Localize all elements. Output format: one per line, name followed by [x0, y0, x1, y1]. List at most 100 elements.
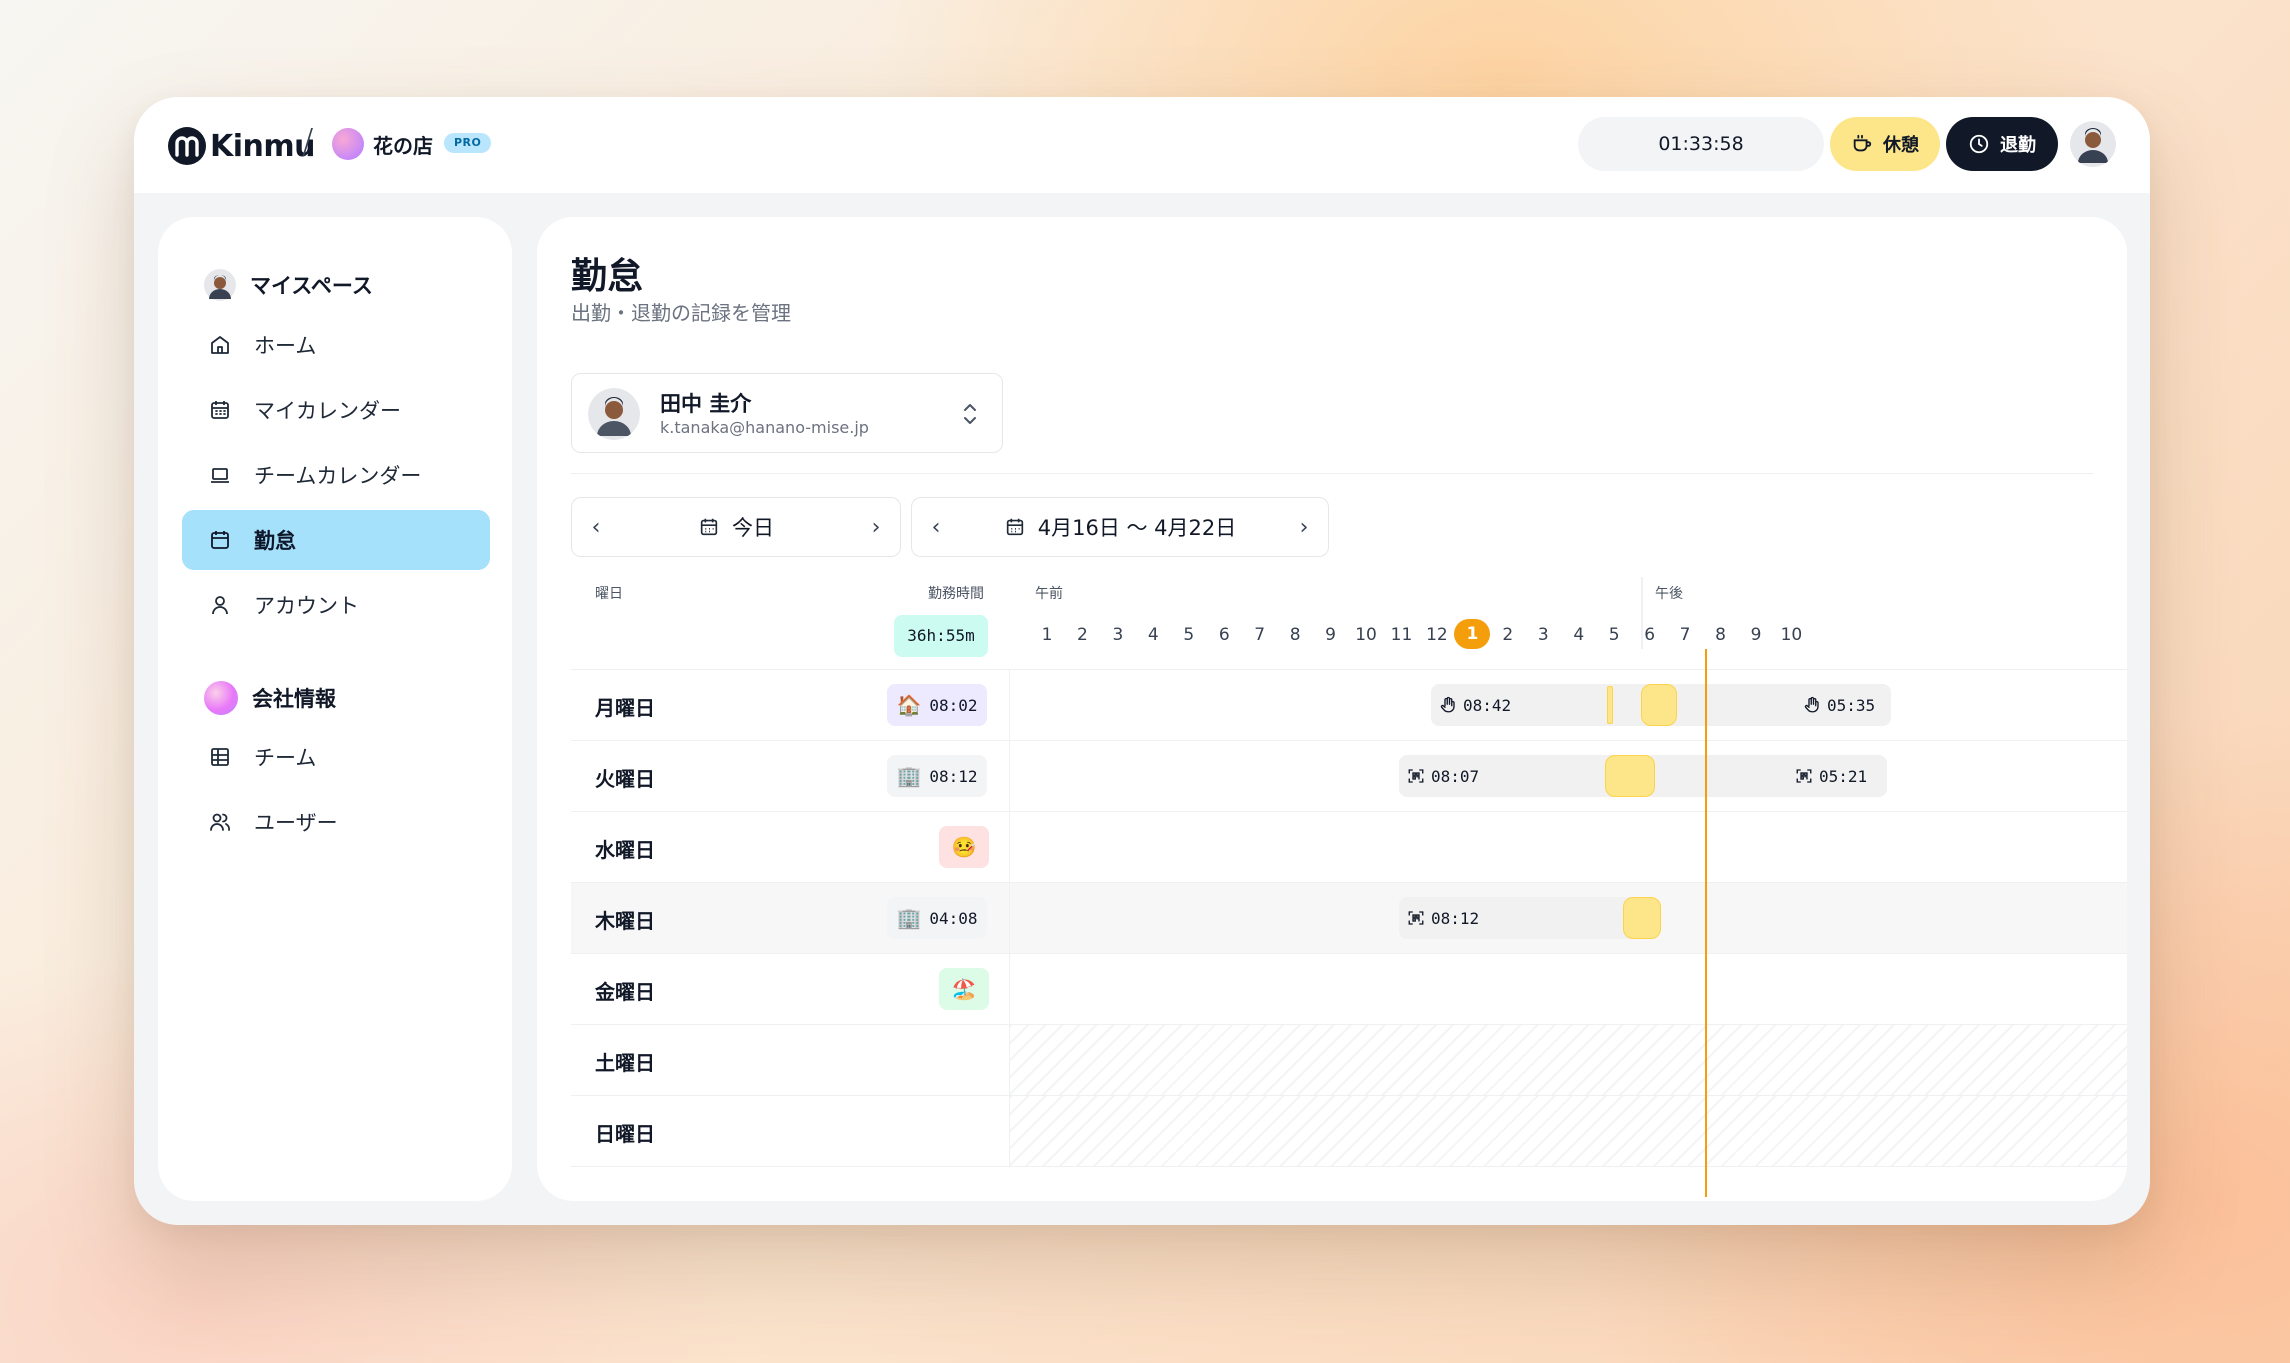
table-row[interactable]: 水曜日 🤒: [571, 811, 2127, 882]
clock-in-time: 08:12: [1431, 908, 1480, 928]
work-duration-badge: 🤒: [939, 826, 989, 868]
clock-out-button[interactable]: 退勤: [1946, 117, 2058, 171]
clock-in-time: 08:42: [1463, 695, 1512, 715]
hour-tick-label: 8: [1289, 625, 1301, 645]
calendar-icon: [700, 518, 718, 536]
top-bar: Kinmu / 花の店 PRO 01:33:58 休憩 退勤: [134, 97, 2150, 193]
break-block[interactable]: [1605, 755, 1655, 797]
selected-user-avatar: [588, 388, 640, 440]
divider: [571, 473, 2093, 474]
plan-badge: PRO: [444, 133, 492, 153]
clock-in-stamp[interactable]: 08:12: [1407, 897, 1479, 939]
attendance-grid: 曜日 勤務時間 36h:55m 午前 午後 1 2 3 4 5 6 7 8 9 10 11 12 1 2 3…: [571, 577, 2127, 1197]
sidebar-item-home[interactable]: ホーム: [182, 315, 490, 375]
laptop-icon: [211, 468, 229, 483]
table-row[interactable]: 火曜日 🏢 08:12 08:07 05:21: [571, 740, 2127, 811]
col-header-hours: 勤務時間: [928, 586, 984, 602]
kinmu-logo-icon: [168, 127, 206, 165]
clock-in-stamp[interactable]: 08:42: [1439, 684, 1511, 726]
today-button[interactable]: 今日: [620, 512, 852, 542]
col-header-day: 曜日: [595, 586, 623, 602]
hand-icon: [1804, 696, 1819, 713]
clock-in-time: 08:07: [1431, 766, 1480, 786]
work-duration-badge: 🏢 08:12: [887, 755, 987, 797]
sidebar-item-team-calendar[interactable]: チームカレンダー: [182, 445, 490, 505]
coffee-icon: [1853, 134, 1872, 152]
next-week-button[interactable]: ›: [1280, 498, 1328, 556]
hour-tick-label: 8: [1715, 625, 1726, 645]
clock-out-stamp[interactable]: 05:21: [1795, 755, 1867, 797]
clock-out-stamp[interactable]: 05:35: [1803, 684, 1875, 726]
break-block[interactable]: [1641, 684, 1677, 726]
next-day-button[interactable]: ›: [852, 498, 900, 556]
org-name[interactable]: 花の店: [373, 130, 433, 159]
sidebar-item-users[interactable]: ユーザー: [182, 792, 490, 852]
day-timeline: [1009, 812, 2127, 882]
hour-tick-label: 9: [1325, 625, 1337, 645]
breadcrumb-separator: /: [302, 122, 314, 162]
app-window: Kinmu / 花の店 PRO 01:33:58 休憩 退勤 マイスペース ホー…: [134, 97, 2150, 1225]
hour-tick-label: 3: [1537, 625, 1549, 645]
clock-icon: [1969, 134, 1989, 154]
sidebar-section-personal[interactable]: マイスペース: [204, 269, 373, 301]
sidebar-item-team[interactable]: チーム: [182, 727, 490, 787]
table-row[interactable]: 土曜日: [571, 1024, 2127, 1095]
day-label: 日曜日: [595, 1122, 655, 1146]
hour-tick-label: 2: [1077, 625, 1088, 645]
sidebar-item-attendance[interactable]: 勤怠: [182, 510, 490, 570]
sidebar-section-company[interactable]: 会社情報: [204, 681, 336, 715]
work-duration: 04:08: [929, 908, 978, 928]
today-label: 今日: [732, 516, 774, 540]
user-avatar[interactable]: [2070, 121, 2116, 167]
hour-tick-label: 9: [1750, 625, 1762, 645]
work-duration: 08:12: [929, 766, 978, 786]
work-duration: 08:02: [929, 695, 978, 715]
work-timer: 01:33:58: [1578, 117, 1824, 171]
break-button[interactable]: 休憩: [1830, 117, 1940, 171]
qr-scan-icon: [1796, 769, 1812, 783]
break-block[interactable]: [1623, 897, 1661, 939]
table-row[interactable]: 日曜日: [571, 1095, 2127, 1166]
work-duration-badge: 🏠 08:02: [887, 684, 987, 726]
hour-tick-label: 6: [1218, 625, 1230, 645]
table-bottom-border: [571, 1166, 2127, 1167]
table-row[interactable]: 月曜日 🏠 08:02 08:42 05:35: [571, 669, 2127, 740]
noon-divider: [1641, 577, 1643, 649]
user-selector[interactable]: 田中 圭介 k.tanaka@hanano-mise.jp: [571, 373, 1003, 453]
work-type-emoji-icon: 🏢: [896, 764, 922, 788]
calendar-icon: [1006, 518, 1023, 536]
sidebar-item-my-calendar[interactable]: マイカレンダー: [182, 380, 490, 440]
personal-avatar: [204, 269, 236, 301]
current-time-line: [1705, 649, 1707, 1197]
day-label: 火曜日: [595, 767, 655, 791]
brand-logo[interactable]: Kinmu: [168, 127, 316, 165]
work-type-emoji-icon: 🤒: [951, 835, 977, 859]
hour-tick-label: 12: [1426, 625, 1448, 645]
sidebar-item-account[interactable]: アカウント: [182, 575, 490, 635]
brand-name: Kinmu: [210, 128, 316, 164]
pm-label: 午後: [1655, 586, 1683, 602]
chevron-up-down-icon: [964, 404, 976, 424]
hour-tick-label: 3: [1112, 625, 1124, 645]
table-row[interactable]: 金曜日 🏖️: [571, 953, 2127, 1024]
table-row[interactable]: 木曜日 🏢 04:08 08:12: [571, 882, 2127, 953]
break-block[interactable]: [1607, 686, 1613, 724]
home-icon: [211, 336, 229, 354]
prev-day-button[interactable]: ‹: [572, 498, 620, 556]
clock-in-stamp[interactable]: 08:07: [1407, 755, 1479, 797]
hour-tick-label: 10: [1355, 625, 1377, 645]
hour-tick-label: 5: [1608, 625, 1620, 645]
weekend-hatch: [1009, 1096, 2127, 1166]
work-duration-badge: 🏖️: [939, 968, 989, 1010]
total-hours-badge: 36h:55m: [894, 615, 988, 657]
week-navigator: ‹ 4月16日 〜 4月22日 ›: [911, 497, 1329, 557]
weekend-hatch: [1009, 1025, 2127, 1095]
week-range-button[interactable]: 4月16日 〜 4月22日: [960, 512, 1280, 542]
day-label: 土曜日: [595, 1051, 655, 1075]
clock-out-label: 退勤: [2000, 135, 2036, 156]
selected-user-name: 田中 圭介: [660, 392, 752, 416]
prev-week-button[interactable]: ‹: [912, 498, 960, 556]
org-avatar: [332, 128, 364, 160]
user-icon: [212, 596, 228, 615]
qr-scan-icon: [1408, 769, 1424, 783]
